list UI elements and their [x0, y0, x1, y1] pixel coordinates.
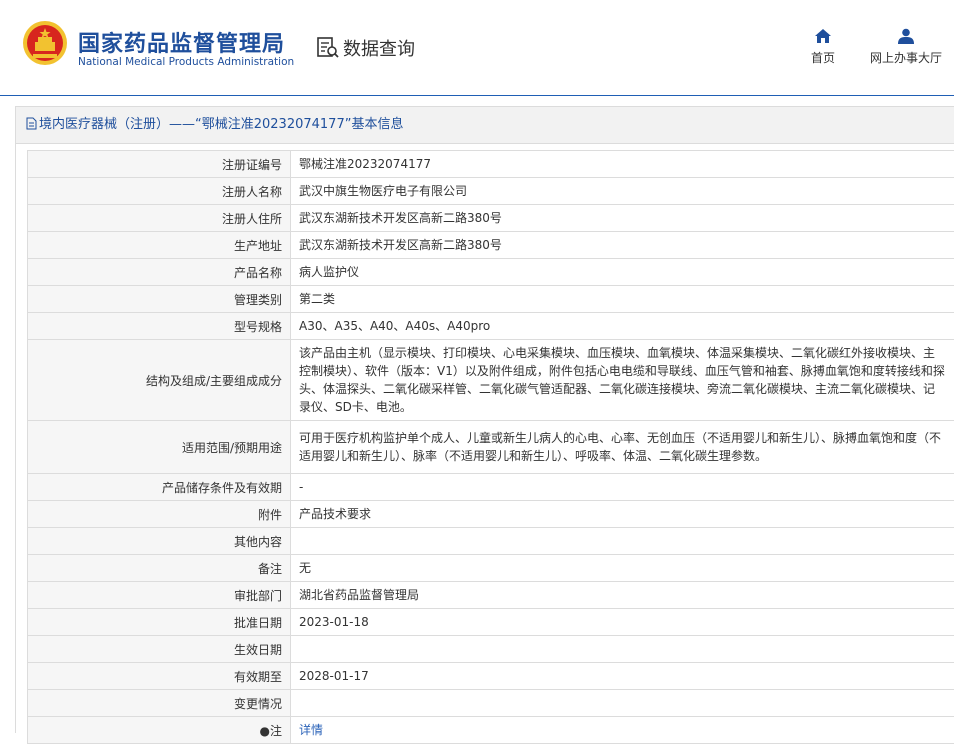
panel-title: 境内医疗器械（注册）——“鄂械注准20232074177”基本信息: [39, 117, 403, 132]
nav-home-label: 首页: [811, 51, 835, 65]
field-label: 备注: [28, 555, 291, 582]
field-value-cell: 第二类: [291, 286, 954, 313]
field-value-cell: 该产品由主机（显示模块、打印模块、心电采集模块、血压模块、血氧模块、体温采集模块…: [291, 340, 954, 421]
panel-header: 境内医疗器械（注册）——“鄂械注准20232074177”基本信息: [16, 107, 954, 144]
site-logo-subtitle[interactable]: National Medical Products Administration: [78, 56, 294, 68]
table-row: 生产地址武汉东湖新技术开发区高新二路380号: [28, 232, 954, 259]
nav-home[interactable]: 首页: [803, 28, 843, 66]
table-row: 其他内容: [28, 528, 954, 555]
site-logo-title[interactable]: 国家药品监督管理局: [78, 26, 285, 58]
details-link[interactable]: 详情: [299, 723, 323, 737]
field-label: 适用范围/预期用途: [28, 421, 291, 474]
basic-info-panel: 境内医疗器械（注册）——“鄂械注准20232074177”基本信息 注册证编号鄂…: [15, 106, 954, 733]
field-value: 可用于医疗机构监护单个成人、儿童或新生儿病人的心电、心率、无创血压（不适用婴儿和…: [299, 429, 946, 465]
field-value: 武汉东湖新技术开发区高新二路380号: [299, 209, 946, 227]
table-row: 变更情况: [28, 690, 954, 717]
field-label: 有效期至: [28, 663, 291, 690]
nav-online-service-hall[interactable]: 网上办事大厅: [864, 28, 948, 66]
field-value: 病人监护仪: [299, 263, 946, 281]
field-value: 第二类: [299, 290, 946, 308]
field-value: 武汉东湖新技术开发区高新二路380号: [299, 236, 946, 254]
field-value: 无: [299, 559, 946, 577]
table-row: 产品名称病人监护仪: [28, 259, 954, 286]
table-row: 注册人住所武汉东湖新技术开发区高新二路380号: [28, 205, 954, 232]
field-label: 生效日期: [28, 636, 291, 663]
field-label: 注册人名称: [28, 178, 291, 205]
table-row: 适用范围/预期用途可用于医疗机构监护单个成人、儿童或新生儿病人的心电、心率、无创…: [28, 421, 954, 474]
home-icon: [814, 28, 832, 44]
field-label: 附件: [28, 501, 291, 528]
field-label: 产品名称: [28, 259, 291, 286]
field-value-cell: 可用于医疗机构监护单个成人、儿童或新生儿病人的心电、心率、无创血压（不适用婴儿和…: [291, 421, 954, 474]
user-icon: [897, 28, 915, 44]
field-label: 审批部门: [28, 582, 291, 609]
field-value-cell: 产品技术要求: [291, 501, 954, 528]
data-search-icon: [316, 36, 340, 60]
field-value: 该产品由主机（显示模块、打印模块、心电采集模块、血压模块、血氧模块、体温采集模块…: [299, 344, 946, 416]
field-label: 结构及组成/主要组成成分: [28, 340, 291, 421]
field-value-cell: 2028-01-17: [291, 663, 954, 690]
document-icon: [26, 117, 37, 130]
site-header: 国家药品监督管理局 National Medical Products Admi…: [0, 0, 954, 96]
table-row: 注册证编号鄂械注准20232074177: [28, 151, 954, 178]
field-value: -: [299, 478, 946, 496]
field-value-cell: [291, 690, 954, 717]
field-label: ●注: [28, 717, 291, 744]
field-label: 其他内容: [28, 528, 291, 555]
table-row: 生效日期: [28, 636, 954, 663]
info-table: 注册证编号鄂械注准20232074177注册人名称武汉中旗生物医疗电子有限公司注…: [27, 150, 954, 744]
table-row: ●注详情: [28, 717, 954, 744]
field-label: 变更情况: [28, 690, 291, 717]
field-value: 产品技术要求: [299, 505, 946, 523]
table-row: 备注无: [28, 555, 954, 582]
nav-service-label: 网上办事大厅: [870, 51, 942, 65]
table-row: 结构及组成/主要组成成分该产品由主机（显示模块、打印模块、心电采集模块、血压模块…: [28, 340, 954, 421]
field-label: 型号规格: [28, 313, 291, 340]
field-value-cell: -: [291, 474, 954, 501]
table-row: 型号规格 A30、A35、A40、A40s、A40pro: [28, 313, 954, 340]
field-label: 批准日期: [28, 609, 291, 636]
field-label: 注册人住所: [28, 205, 291, 232]
field-value-cell: 详情: [291, 717, 954, 744]
field-value: 鄂械注准20232074177: [299, 155, 946, 173]
table-row: 有效期至 2028-01-17: [28, 663, 954, 690]
field-value: 2023-01-18: [299, 613, 946, 631]
field-value-cell: [291, 528, 954, 555]
field-value-cell: 武汉东湖新技术开发区高新二路380号: [291, 205, 954, 232]
field-value: 武汉中旗生物医疗电子有限公司: [299, 182, 946, 200]
field-label: 产品储存条件及有效期: [28, 474, 291, 501]
field-value-cell: A30、A35、A40、A40s、A40pro: [291, 313, 954, 340]
table-row: 产品储存条件及有效期-: [28, 474, 954, 501]
table-row: 附件产品技术要求: [28, 501, 954, 528]
field-value-cell: 鄂械注准20232074177: [291, 151, 954, 178]
table-row: 管理类别第二类: [28, 286, 954, 313]
national-emblem-icon: [22, 20, 68, 66]
field-value-cell: 武汉东湖新技术开发区高新二路380号: [291, 232, 954, 259]
page-title: 数据查询: [343, 35, 415, 61]
field-label: 管理类别: [28, 286, 291, 313]
field-value: 湖北省药品监督管理局: [299, 586, 946, 604]
field-value-cell: 武汉中旗生物医疗电子有限公司: [291, 178, 954, 205]
field-value-cell: 2023-01-18: [291, 609, 954, 636]
table-row: 注册人名称武汉中旗生物医疗电子有限公司: [28, 178, 954, 205]
field-value: 2028-01-17: [299, 667, 946, 685]
table-row: 审批部门湖北省药品监督管理局: [28, 582, 954, 609]
field-label: 生产地址: [28, 232, 291, 259]
field-label: 注册证编号: [28, 151, 291, 178]
field-value-cell: 湖北省药品监督管理局: [291, 582, 954, 609]
field-value-cell: [291, 636, 954, 663]
field-value-cell: 病人监护仪: [291, 259, 954, 286]
field-value: A30、A35、A40、A40s、A40pro: [299, 317, 946, 335]
field-value-cell: 无: [291, 555, 954, 582]
table-row: 批准日期 2023-01-18: [28, 609, 954, 636]
